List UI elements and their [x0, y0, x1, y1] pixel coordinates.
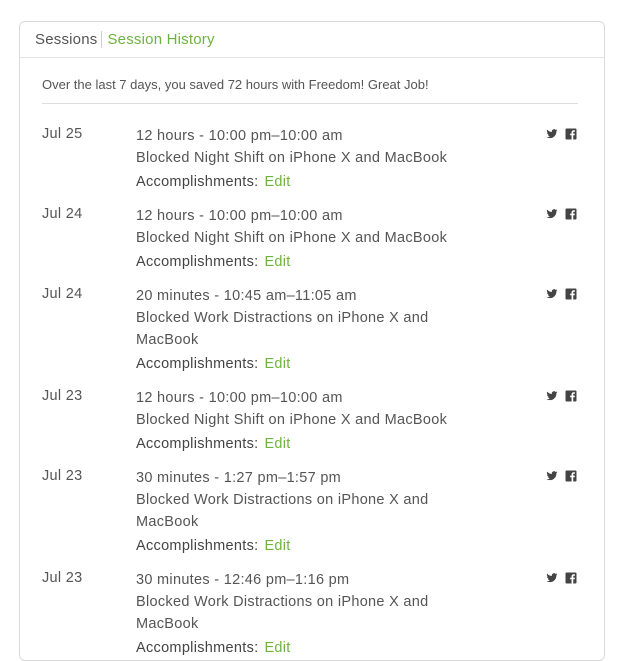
facebook-icon[interactable] [565, 390, 577, 402]
session-description: Blocked Night Shift on iPhone X and MacB… [136, 412, 448, 428]
session-details: 12 hours - 10:00 pm–10:00 am Blocked Nig… [136, 205, 466, 273]
session-row: Jul 24 20 minutes - 10:45 am–11:05 am Bl… [42, 285, 578, 375]
facebook-icon[interactable] [565, 288, 577, 300]
tab-bar: Sessions Session History [20, 22, 604, 58]
twitter-icon[interactable] [546, 208, 558, 220]
edit-link[interactable]: Edit [264, 538, 290, 554]
session-row: Jul 23 30 minutes - 12:46 pm–1:16 pm Blo… [42, 569, 578, 659]
accomplishments-label: Accomplishments: [136, 538, 259, 554]
accomplishments-label: Accomplishments: [136, 254, 259, 270]
session-duration: 20 minutes - 10:45 am–11:05 am [136, 288, 357, 304]
edit-link[interactable]: Edit [264, 640, 290, 656]
session-date: Jul 23 [42, 468, 83, 484]
session-row: Jul 23 12 hours - 10:00 pm–10:00 am Bloc… [42, 387, 578, 455]
session-duration: 12 hours - 10:00 pm–10:00 am [136, 390, 343, 406]
session-description: Blocked Night Shift on iPhone X and MacB… [136, 230, 448, 246]
session-duration: 12 hours - 10:00 pm–10:00 am [136, 208, 343, 224]
weekly-summary: Over the last 7 days, you saved 72 hours… [42, 58, 578, 104]
accomplishments: Accomplishments: Edit [136, 535, 466, 557]
facebook-icon[interactable] [565, 572, 577, 584]
session-description: Blocked Work Distractions on iPhone X an… [136, 594, 429, 610]
accomplishments: Accomplishments: Edit [136, 433, 466, 455]
session-description-cont: MacBook [136, 616, 199, 632]
facebook-icon[interactable] [565, 470, 577, 482]
session-details: 30 minutes - 12:46 pm–1:16 pm Blocked Wo… [136, 569, 466, 659]
session-description: Blocked Work Distractions on iPhone X an… [136, 492, 429, 508]
twitter-icon[interactable] [546, 128, 558, 140]
accomplishments: Accomplishments: Edit [136, 171, 466, 193]
twitter-icon[interactable] [546, 572, 558, 584]
tab-session-history[interactable]: Session History [102, 31, 214, 48]
session-date: Jul 23 [42, 388, 83, 404]
accomplishments-label: Accomplishments: [136, 356, 259, 372]
tab-sessions[interactable]: Sessions [35, 31, 103, 48]
share-icons [546, 208, 577, 220]
share-icons [546, 288, 577, 300]
session-duration: 30 minutes - 1:27 pm–1:57 pm [136, 470, 342, 486]
accomplishments-label: Accomplishments: [136, 174, 259, 190]
session-description: Blocked Work Distractions on iPhone X an… [136, 310, 429, 326]
facebook-icon[interactable] [565, 128, 577, 140]
edit-link[interactable]: Edit [264, 356, 290, 372]
session-details: 30 minutes - 1:27 pm–1:57 pm Blocked Wor… [136, 467, 466, 557]
session-row: Jul 23 30 minutes - 1:27 pm–1:57 pm Bloc… [42, 467, 578, 557]
session-details: 12 hours - 10:00 pm–10:00 am Blocked Nig… [136, 125, 466, 193]
facebook-icon[interactable] [565, 208, 577, 220]
share-icons [546, 390, 577, 402]
accomplishments-label: Accomplishments: [136, 640, 259, 656]
share-icons [546, 128, 577, 140]
twitter-icon[interactable] [546, 288, 558, 300]
twitter-icon[interactable] [546, 470, 558, 482]
session-date: Jul 24 [42, 206, 83, 222]
session-duration: 30 minutes - 12:46 pm–1:16 pm [136, 572, 350, 588]
session-duration: 12 hours - 10:00 pm–10:00 am [136, 128, 343, 144]
accomplishments-label: Accomplishments: [136, 436, 259, 452]
session-date: Jul 23 [42, 570, 83, 586]
session-description-cont: MacBook [136, 514, 199, 530]
edit-link[interactable]: Edit [264, 174, 290, 190]
edit-link[interactable]: Edit [264, 254, 290, 270]
session-history-card: Sessions Session History Over the last 7… [19, 21, 605, 661]
session-row: Jul 25 12 hours - 10:00 pm–10:00 am Bloc… [42, 125, 578, 193]
twitter-icon[interactable] [546, 390, 558, 402]
session-row: Jul 24 12 hours - 10:00 pm–10:00 am Bloc… [42, 205, 578, 273]
session-details: 20 minutes - 10:45 am–11:05 am Blocked W… [136, 285, 466, 375]
accomplishments: Accomplishments: Edit [136, 637, 466, 659]
share-icons [546, 572, 577, 584]
session-list: Jul 25 12 hours - 10:00 pm–10:00 am Bloc… [20, 125, 604, 659]
edit-link[interactable]: Edit [264, 436, 290, 452]
session-details: 12 hours - 10:00 pm–10:00 am Blocked Nig… [136, 387, 466, 455]
session-date: Jul 25 [42, 126, 83, 142]
session-description-cont: MacBook [136, 332, 199, 348]
session-description: Blocked Night Shift on iPhone X and MacB… [136, 150, 448, 166]
session-date: Jul 24 [42, 286, 83, 302]
share-icons [546, 470, 577, 482]
accomplishments: Accomplishments: Edit [136, 353, 466, 375]
accomplishments: Accomplishments: Edit [136, 251, 466, 273]
